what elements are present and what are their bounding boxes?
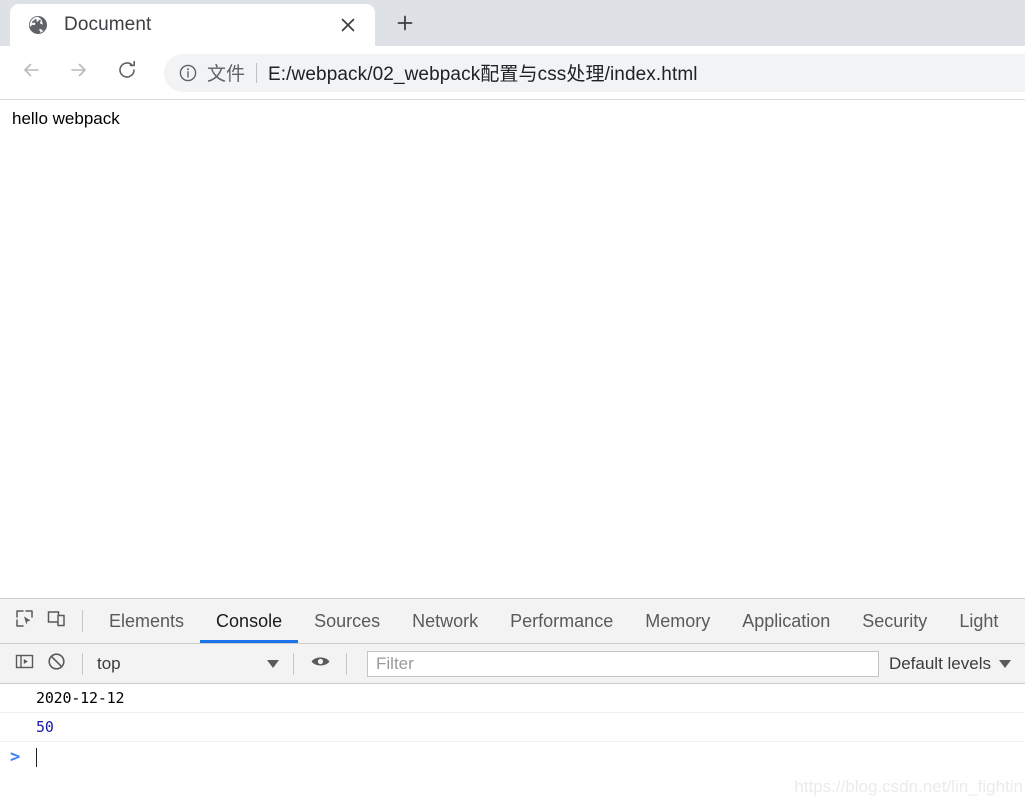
clear-console-icon — [47, 652, 66, 676]
tab-sources[interactable]: Sources — [298, 599, 396, 643]
tab-security[interactable]: Security — [846, 599, 943, 643]
browser-toolbar: 文件 E:/webpack/02_webpack配置与css处理/index.h… — [0, 46, 1025, 100]
console-prompt[interactable]: > — [0, 742, 1025, 772]
inspect-element-button[interactable] — [8, 606, 40, 636]
tab-network[interactable]: Network — [396, 599, 494, 643]
console-message-text: 50 — [36, 718, 54, 736]
arrow-left-icon — [20, 59, 42, 86]
devtools-panel: Elements Console Sources Network Perform… — [0, 598, 1025, 803]
arrow-right-icon — [68, 59, 90, 86]
console-message-text: 2020-12-12 — [36, 689, 125, 707]
browser-window: Document 文件 E:/webpack/02_webpack配置与css处… — [0, 0, 1025, 803]
chevron-down-icon — [267, 659, 279, 668]
back-button[interactable] — [12, 54, 50, 92]
console-context-selector[interactable]: top — [93, 654, 283, 674]
live-expression-eye-icon — [310, 652, 331, 676]
tab-memory[interactable]: Memory — [629, 599, 726, 643]
info-circle-icon[interactable] — [178, 63, 198, 83]
devtools-tabbar: Elements Console Sources Network Perform… — [0, 599, 1025, 644]
tab-strip: Document — [0, 0, 1025, 46]
device-toggle-icon — [47, 609, 66, 633]
console-levels-selector[interactable]: Default levels — [889, 654, 1017, 674]
tab-label: Memory — [645, 610, 711, 631]
omnibox-scheme-label: 文件 — [207, 64, 246, 85]
tab-console[interactable]: Console — [200, 599, 298, 643]
console-toolbar-divider-2 — [293, 652, 294, 675]
close-icon[interactable] — [335, 12, 361, 38]
console-toolbar-divider — [82, 652, 83, 675]
console-toolbar: top Default levels — [0, 644, 1025, 684]
console-levels-label: Default levels — [888, 653, 991, 673]
tab-performance[interactable]: Performance — [494, 599, 629, 643]
console-message-row: 2020-12-12 — [0, 684, 1025, 713]
tab-title: Document — [64, 14, 152, 35]
plus-icon — [397, 15, 413, 36]
new-tab-button[interactable] — [383, 7, 427, 43]
reload-button[interactable] — [108, 54, 146, 92]
page-viewport: hello webpack — [0, 100, 1025, 598]
tab-label: Elements — [109, 610, 185, 631]
omnibox-divider — [256, 62, 258, 83]
tab-label: Console — [216, 610, 283, 631]
tab-elements[interactable]: Elements — [93, 599, 200, 643]
console-message-row: 50 — [0, 713, 1025, 742]
chevron-down-icon — [999, 659, 1011, 668]
globe-icon — [28, 15, 48, 35]
tab-label: Sources — [314, 610, 381, 631]
reload-icon — [116, 59, 138, 86]
tab-lighthouse[interactable]: Light — [943, 599, 1014, 643]
tab-label: Security — [862, 610, 928, 631]
inspect-element-icon — [15, 609, 34, 633]
forward-button[interactable] — [60, 54, 98, 92]
device-toolbar-button[interactable] — [40, 606, 72, 636]
watermark-text: https://blog.csdn.net/lin_fightin — [794, 777, 1023, 796]
toolbar-divider — [82, 610, 83, 632]
tab-application[interactable]: Application — [726, 599, 846, 643]
address-bar[interactable]: 文件 E:/webpack/02_webpack配置与css处理/index.h… — [164, 53, 1025, 92]
console-filter-input[interactable] — [367, 650, 879, 677]
clear-console-button[interactable] — [40, 649, 72, 679]
live-expression-button[interactable] — [304, 649, 336, 679]
text-caret — [36, 747, 37, 767]
console-output[interactable]: 2020-12-12 50 > https://blog.csdn.net/li… — [0, 684, 1025, 803]
console-sidebar-icon — [15, 652, 34, 676]
tab-label: Performance — [510, 610, 614, 631]
tab-label: Light — [959, 610, 999, 631]
console-sidebar-button[interactable] — [8, 649, 40, 679]
omnibox-url-text: E:/webpack/02_webpack配置与css处理/index.html — [268, 64, 698, 85]
browser-tab-document[interactable]: Document — [10, 4, 375, 46]
page-body-text: hello webpack — [12, 109, 120, 128]
console-toolbar-divider-3 — [346, 652, 347, 675]
tab-label: Application — [742, 610, 831, 631]
tab-label: Network — [412, 610, 479, 631]
console-context-value: top — [97, 653, 121, 673]
prompt-chevron-icon: > — [10, 747, 21, 767]
